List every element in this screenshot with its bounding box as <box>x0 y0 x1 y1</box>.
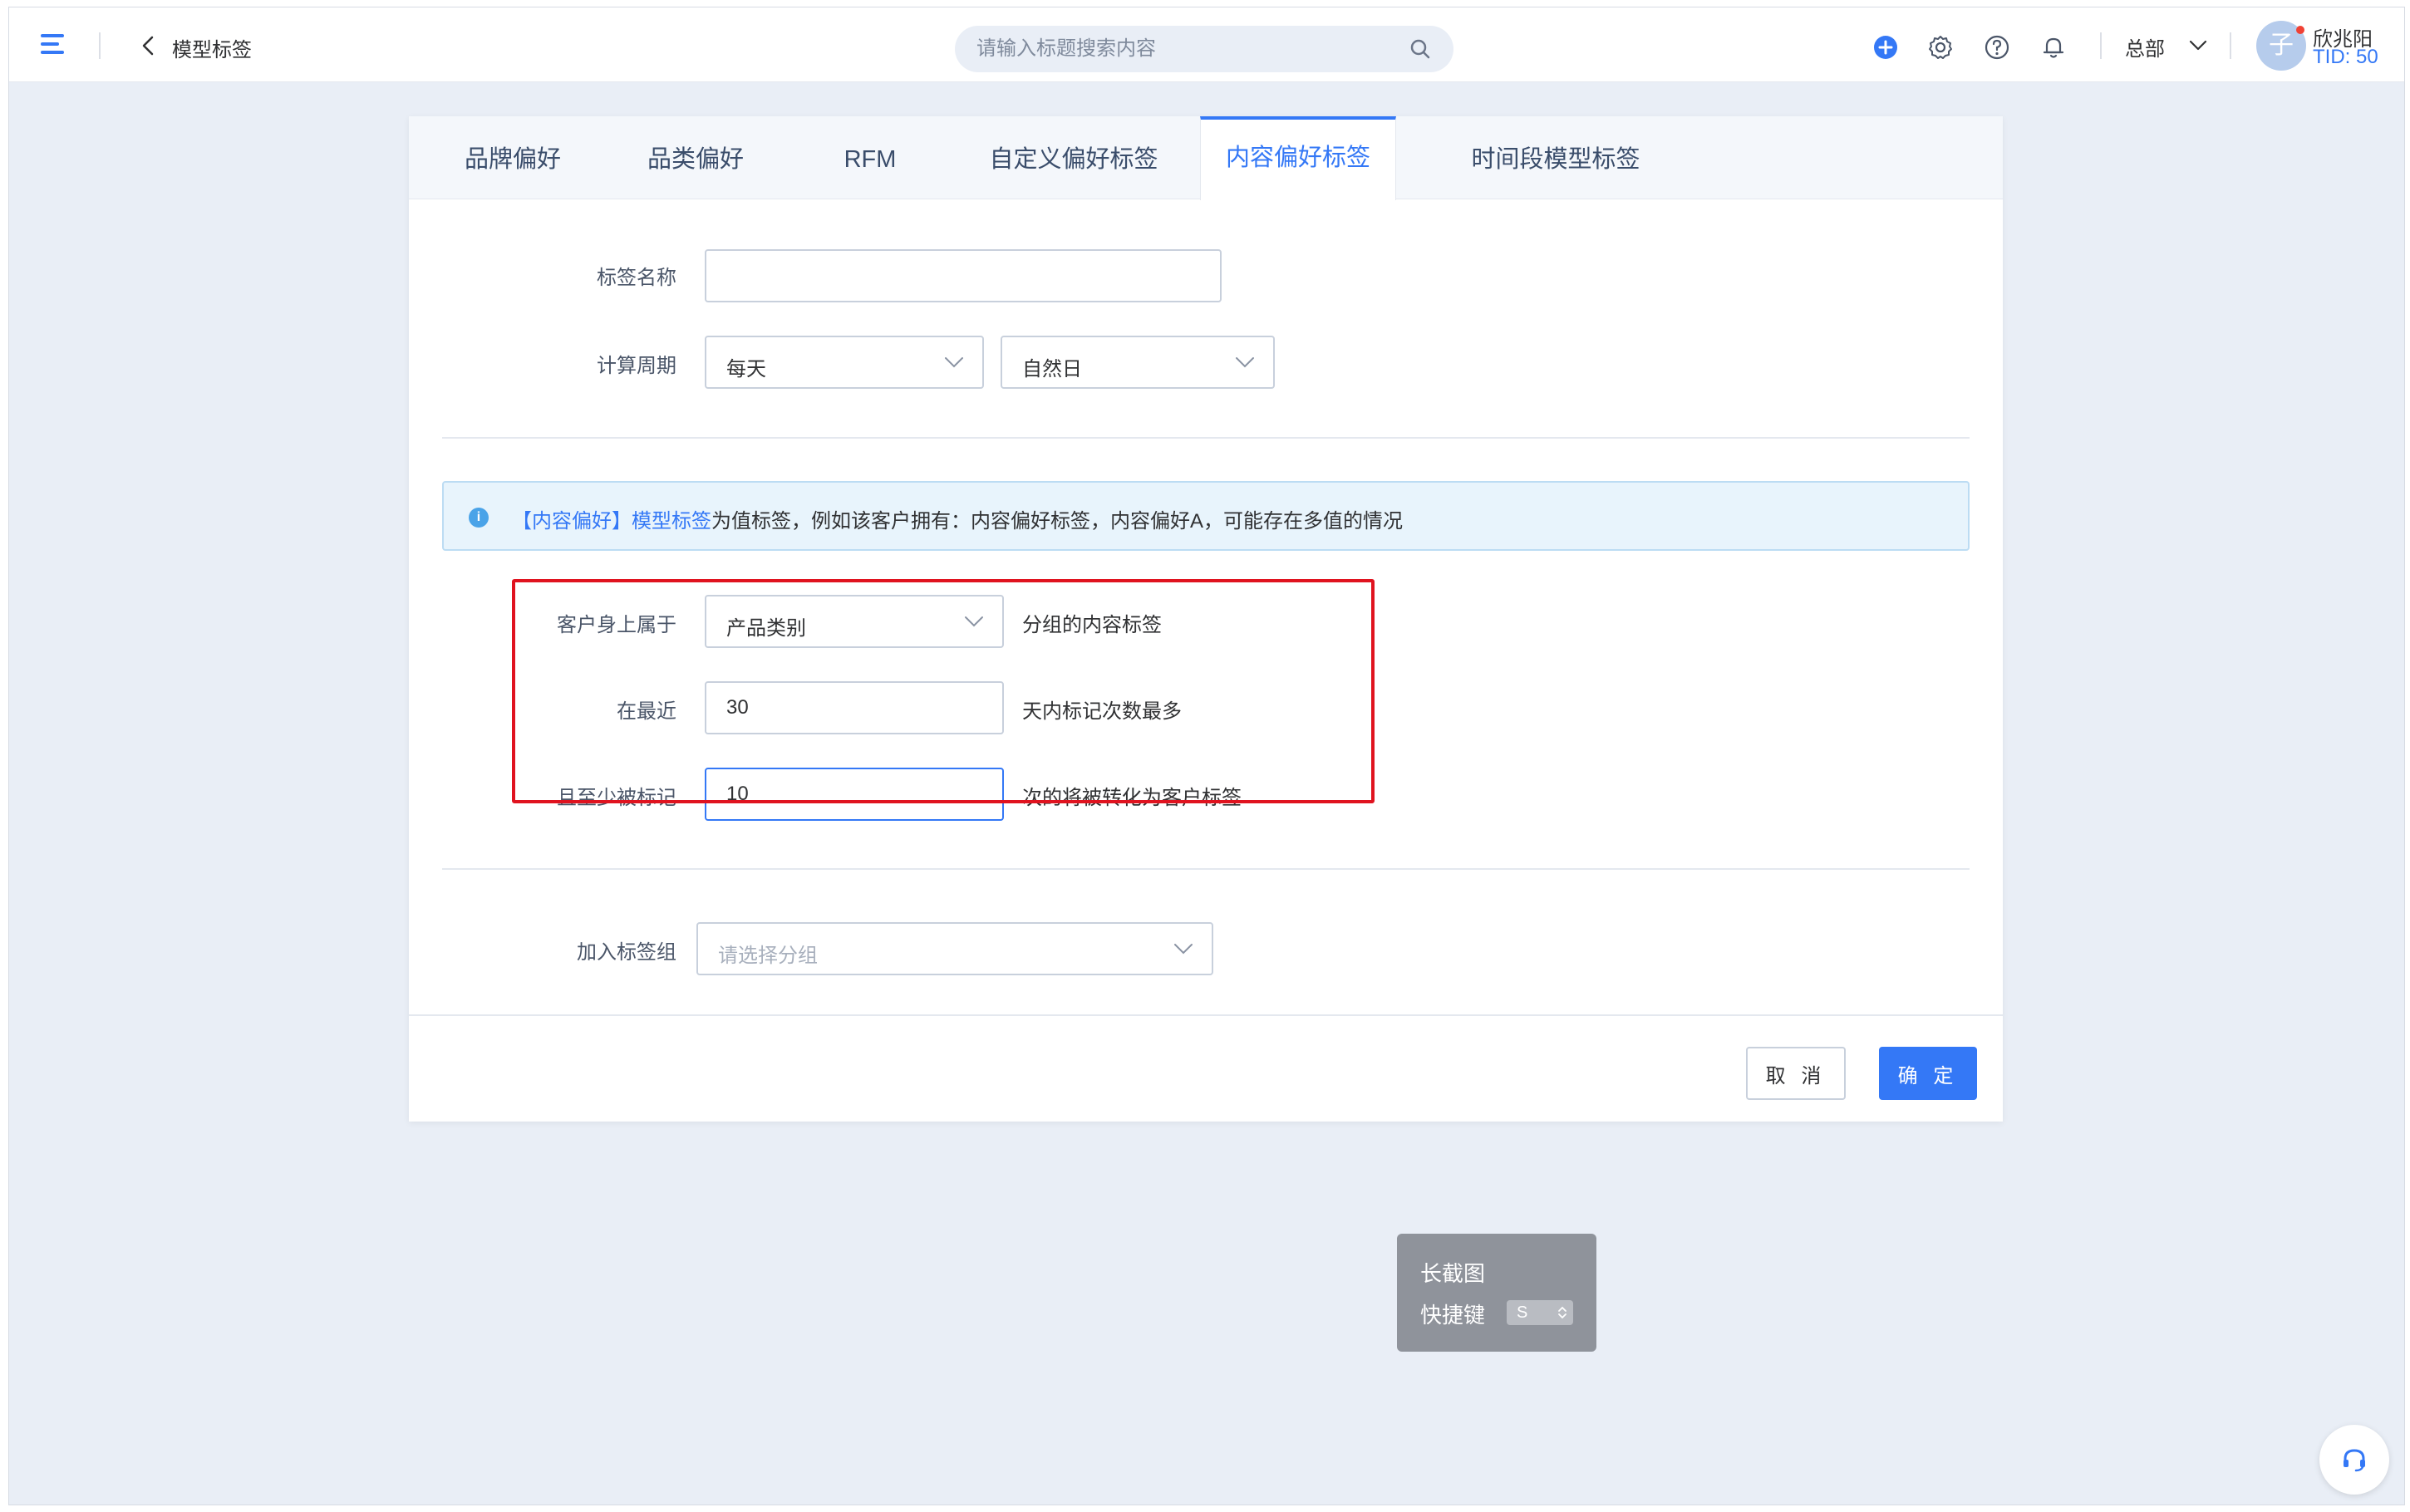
tab-category-preference[interactable]: 品类偏好 <box>633 116 758 199</box>
customer-service-button[interactable] <box>2319 1425 2389 1495</box>
belongs-label: 客户身上属于 <box>557 614 676 636</box>
info-description: 为值标签，例如该客户拥有：内容偏好标签，内容偏好A，可能存在多值的情况 <box>711 510 1404 533</box>
top-bar: 模型标签 总部 <box>9 7 2404 82</box>
info-alert: i 【内容偏好】模型标签为值标签，例如该客户拥有：内容偏好标签，内容偏好A，可能… <box>442 481 1970 551</box>
tag-group-label: 加入标签组 <box>577 941 676 964</box>
gear-icon[interactable] <box>1927 34 1954 61</box>
tag-group-select[interactable]: 请选择分组 <box>696 922 1213 975</box>
search-box[interactable] <box>955 26 1453 72</box>
department-selector[interactable]: 总部 <box>2125 32 2165 61</box>
tab-bar: 品牌偏好 品类偏好 RFM 自定义偏好标签 内容偏好标签 时间段模型标签 <box>409 116 2003 200</box>
divider <box>2230 32 2231 59</box>
app-window: 模型标签 总部 <box>8 7 2405 1505</box>
min-count-input[interactable] <box>705 768 1004 821</box>
period-type-select-value: 自然日 <box>1022 358 1082 380</box>
headset-icon <box>2344 1449 2365 1472</box>
belongs-suffix: 分组的内容标签 <box>1022 614 1162 636</box>
chevron-down-icon <box>965 616 983 627</box>
tab-brand-preference[interactable]: 品牌偏好 <box>450 116 575 199</box>
section-divider <box>442 868 1970 870</box>
page-title: 模型标签 <box>172 39 252 61</box>
back-icon[interactable] <box>135 32 162 59</box>
min-count-suffix: 次的将被转化为客户标签 <box>1022 787 1242 809</box>
min-count-label: 且至少被标记 <box>557 787 676 809</box>
recent-label: 在最近 <box>617 700 676 723</box>
shortcut-key-value: S <box>1517 1303 1528 1322</box>
shortcut-label: 快捷键 <box>1420 1303 1486 1328</box>
tab-custom-preference[interactable]: 自定义偏好标签 <box>974 116 1173 199</box>
model-tag-card: 品牌偏好 品类偏好 RFM 自定义偏好标签 内容偏好标签 时间段模型标签 标签名… <box>409 116 2003 1122</box>
divider <box>2100 32 2102 59</box>
shortcut-key-select[interactable]: S <box>1507 1300 1573 1325</box>
long-screenshot-title: 长截图 <box>1420 1261 1486 1286</box>
search-input[interactable] <box>955 26 1453 72</box>
chevron-down-icon[interactable] <box>2188 37 2208 54</box>
period-label: 计算周期 <box>597 355 676 377</box>
user-tid: TID: 50 <box>2313 46 2378 68</box>
chevron-down-icon <box>1174 944 1193 955</box>
info-highlight: 【内容偏好】模型标签 <box>512 510 711 533</box>
notification-dot <box>2296 26 2304 34</box>
info-icon: i <box>469 508 489 528</box>
period-type-select[interactable]: 自然日 <box>1001 336 1275 389</box>
belongs-group-select-value: 产品类别 <box>726 617 806 640</box>
search-icon[interactable] <box>1409 37 1432 61</box>
menu-icon[interactable] <box>41 34 69 56</box>
tag-name-input[interactable] <box>705 249 1222 302</box>
recent-days-input[interactable] <box>705 681 1004 734</box>
divider <box>99 32 101 59</box>
belongs-group-select[interactable]: 产品类别 <box>705 595 1004 648</box>
cancel-button[interactable]: 取 消 <box>1746 1047 1846 1100</box>
confirm-button[interactable]: 确 定 <box>1879 1047 1977 1100</box>
add-circle-icon[interactable] <box>1872 34 1899 61</box>
period-select[interactable]: 每天 <box>705 336 984 389</box>
tag-group-placeholder: 请选择分组 <box>718 945 818 967</box>
tag-name-label: 标签名称 <box>597 267 676 289</box>
recent-suffix: 天内标记次数最多 <box>1022 700 1182 723</box>
help-icon[interactable] <box>1984 34 2010 61</box>
tab-content-preference[interactable]: 内容偏好标签 <box>1200 116 1396 200</box>
period-select-value: 每天 <box>726 358 766 380</box>
footer-divider <box>409 1014 2003 1016</box>
info-text: 【内容偏好】模型标签为值标签，例如该客户拥有：内容偏好标签，内容偏好A，可能存在… <box>512 504 1403 533</box>
tab-rfm[interactable]: RFM <box>824 116 916 199</box>
tab-time-period-model[interactable]: 时间段模型标签 <box>1448 116 1664 199</box>
chevron-down-icon <box>1236 357 1254 368</box>
long-screenshot-tooltip: 长截图 快捷键 S <box>1397 1234 1596 1352</box>
chevron-down-icon <box>945 357 963 368</box>
section-divider <box>442 437 1970 439</box>
up-down-chevron-icon <box>1558 1306 1566 1319</box>
bell-icon[interactable] <box>2040 34 2067 61</box>
